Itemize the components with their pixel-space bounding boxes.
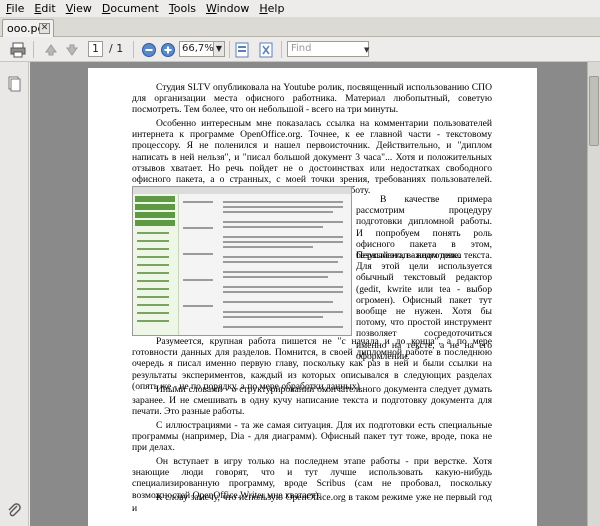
toolbar-separator — [133, 41, 134, 58]
paragraph: Иными словами - о структурировании оконч… — [132, 384, 492, 418]
zoom-in-icon[interactable] — [159, 40, 177, 59]
pages-icon[interactable] — [6, 76, 22, 92]
document-tab[interactable]: ooo.pdf ✕ — [2, 19, 54, 37]
paragraph: Студия SLTV опубликовала на Youtube роли… — [132, 82, 492, 116]
menu-window[interactable]: Window — [202, 0, 255, 17]
chevron-down-icon[interactable]: ▼ — [364, 46, 369, 54]
menu-document[interactable]: Document — [98, 0, 165, 17]
document-view[interactable]: Студия SLTV опубликовала на Youtube роли… — [30, 62, 600, 526]
toolbar: 1 / 1 66,7% ▼ Find ▼ — [0, 37, 600, 62]
zoom-out-icon[interactable] — [140, 40, 158, 59]
zoom-level-select[interactable]: 66,7% — [179, 41, 214, 57]
paragraph: С иллюстрациями - та же самая ситуация. … — [132, 420, 492, 454]
paragraph: Особенно интересным мне показалась ссылк… — [132, 118, 492, 197]
menu-file[interactable]: File — [2, 0, 30, 17]
menu-edit[interactable]: Edit — [30, 0, 61, 17]
close-icon[interactable]: ✕ — [39, 23, 50, 34]
menu-view[interactable]: View — [62, 0, 98, 17]
chevron-down-icon[interactable]: ▼ — [214, 41, 225, 57]
vertical-scrollbar[interactable] — [587, 62, 600, 526]
fit-page-icon[interactable] — [257, 40, 275, 59]
paragraph: К слову замечу, что использую OpenOffice… — [132, 492, 492, 515]
menu-bar: File Edit View Document Tools Window Hel… — [0, 0, 600, 17]
page-number-input[interactable]: 1 — [88, 41, 103, 57]
print-icon[interactable] — [8, 40, 28, 59]
tab-bar: ooo.pdf ✕ — [0, 17, 600, 37]
toolbar-separator — [281, 41, 282, 58]
sidebar — [0, 62, 29, 526]
next-page-icon[interactable] — [63, 40, 81, 59]
menu-tools[interactable]: Tools — [165, 0, 202, 17]
find-input[interactable]: Find — [287, 41, 369, 57]
toolbar-separator — [229, 41, 230, 58]
menu-help[interactable]: Help — [255, 0, 290, 17]
toolbar-separator — [33, 41, 34, 58]
previous-page-icon[interactable] — [42, 40, 60, 59]
scrollbar-thumb[interactable] — [589, 76, 599, 146]
fit-width-icon[interactable] — [233, 40, 251, 59]
pdf-page: Студия SLTV опубликовала на Youtube роли… — [88, 68, 537, 526]
attachment-icon[interactable] — [6, 502, 22, 518]
page-count: / 1 — [109, 42, 124, 55]
embedded-screenshot-image — [132, 186, 352, 336]
